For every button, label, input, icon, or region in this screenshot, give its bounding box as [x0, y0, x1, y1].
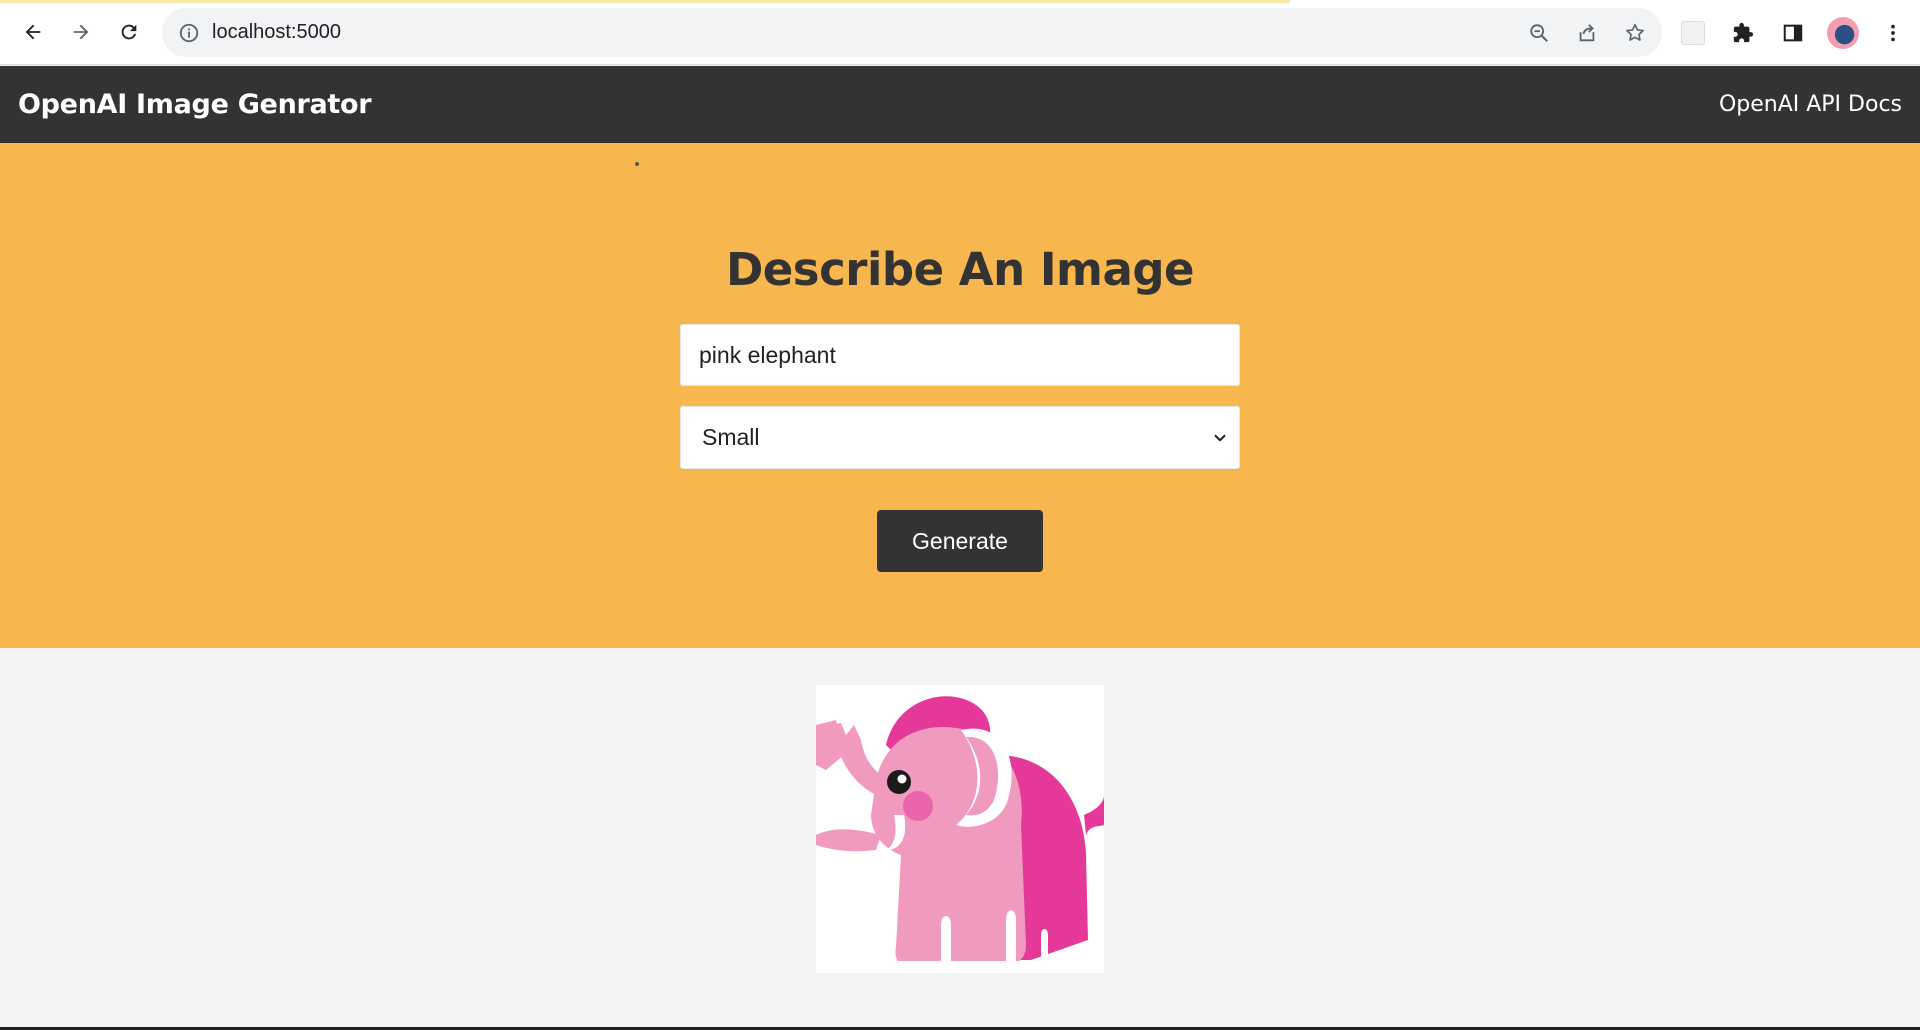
stray-dot: [635, 162, 639, 166]
api-docs-link[interactable]: OpenAI API Docs: [1719, 92, 1902, 117]
profile-avatar[interactable]: [1826, 16, 1860, 50]
app-navbar: OpenAI Image Genrator OpenAI API Docs: [0, 66, 1920, 143]
extension-blank-icon[interactable]: [1676, 16, 1710, 50]
chevron-down-icon: [1214, 434, 1226, 442]
page-heading: Describe An Image: [725, 243, 1195, 296]
star-icon[interactable]: [1618, 16, 1652, 50]
browser-toolbar: localhost:5000: [0, 0, 1920, 65]
address-bar[interactable]: localhost:5000: [162, 8, 1662, 57]
pink-elephant-image: [816, 685, 1104, 973]
loading-indicator: [0, 0, 1290, 3]
kebab-menu-icon[interactable]: [1876, 16, 1910, 50]
size-select-value: Small: [702, 424, 760, 450]
prompt-input[interactable]: [680, 324, 1240, 386]
generated-image: [816, 685, 1104, 973]
size-select[interactable]: Small: [680, 406, 1240, 469]
image-result-section: [0, 648, 1920, 1028]
side-panel-icon[interactable]: [1776, 16, 1810, 50]
url-text[interactable]: localhost:5000: [212, 21, 341, 44]
zoom-out-icon[interactable]: [1522, 16, 1556, 50]
brand-title: OpenAI Image Genrator: [18, 89, 372, 120]
share-icon[interactable]: [1570, 16, 1604, 50]
info-icon[interactable]: [178, 22, 200, 44]
generate-button[interactable]: Generate: [877, 510, 1043, 572]
back-arrow-icon[interactable]: [17, 16, 49, 48]
forward-arrow-icon[interactable]: [65, 16, 97, 48]
extension-puzzle-icon[interactable]: [1726, 16, 1760, 50]
reload-icon[interactable]: [113, 16, 145, 48]
showcase-section: Describe An Image Small Generate: [0, 143, 1920, 648]
